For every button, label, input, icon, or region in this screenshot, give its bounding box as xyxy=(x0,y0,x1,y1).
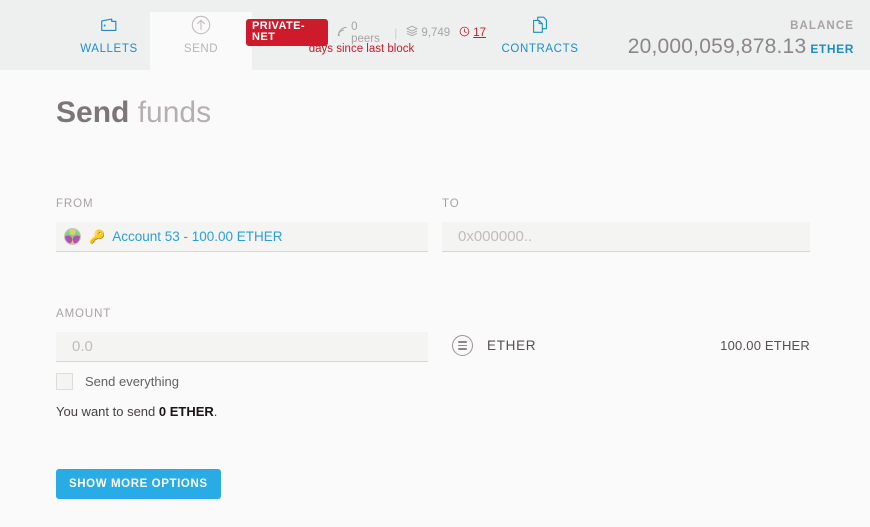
block-icon xyxy=(406,25,419,40)
send-everything-checkbox[interactable] xyxy=(56,373,73,390)
to-label: TO xyxy=(442,198,460,210)
balance-value: 20,000,059,878.13 xyxy=(627,35,807,58)
balance-value-row: 20,000,059,878.13 ETHER xyxy=(628,35,854,59)
tab-contracts[interactable]: CONTRACTS xyxy=(489,12,591,70)
token-balance-row: ETHER 100.00 ETHER xyxy=(452,335,810,356)
peers-count: 0 peers xyxy=(351,20,380,45)
main-navigation: WALLETS SEND PRIVATE-NET 0 peers | 9,749… xyxy=(0,0,870,70)
last-block-time-value: 17 xyxy=(473,26,486,39)
tab-contracts-label: CONTRACTS xyxy=(501,43,579,55)
block-number: 9,749 xyxy=(421,26,451,39)
from-label: FROM xyxy=(56,198,94,210)
signal-icon xyxy=(337,26,348,40)
key-icon: 🔑 xyxy=(89,229,106,244)
page-content: Send funds FROM 🔑 Account 53 - 100.00 ET… xyxy=(0,70,870,527)
amount-field-group: AMOUNT 0.0 Send everything You want to s… xyxy=(56,308,428,419)
tab-send-label: SEND xyxy=(183,43,219,55)
page-title-bold: Send xyxy=(56,96,130,129)
network-status: PRIVATE-NET 0 peers | 9,749 17 days sinc… xyxy=(246,19,486,55)
balance-unit: ETHER xyxy=(810,42,854,56)
tab-wallets[interactable]: WALLETS xyxy=(58,12,160,70)
amount-input[interactable]: 0.0 xyxy=(56,332,428,362)
documents-icon xyxy=(529,12,551,38)
clock-icon xyxy=(459,26,470,40)
send-summary-note: You want to send 0 ETHER. xyxy=(56,404,428,419)
tab-send[interactable]: SEND xyxy=(150,12,252,70)
send-arrow-icon xyxy=(190,12,212,38)
from-field-group: FROM 🔑 Account 53 - 100.00 ETHER xyxy=(56,198,428,252)
ether-row: ETHER 100.00 ETHER xyxy=(452,335,810,356)
balance-display: BALANCE 20,000,059,878.13 ETHER xyxy=(628,20,854,59)
network-status-row: PRIVATE-NET 0 peers | 9,749 17 xyxy=(246,19,486,46)
to-address-placeholder: 0x000000.. xyxy=(458,228,533,245)
status-separator: | xyxy=(394,25,398,40)
to-field-group: TO 0x000000.. xyxy=(442,198,810,252)
send-everything-label: Send everything xyxy=(85,374,179,389)
amount-label: AMOUNT xyxy=(56,308,112,320)
page-title: Send funds xyxy=(56,96,211,130)
tab-wallets-label: WALLETS xyxy=(80,43,138,55)
amount-placeholder: 0.0 xyxy=(72,338,93,355)
show-more-options-button[interactable]: SHOW MORE OPTIONS xyxy=(56,469,221,499)
status-badge: PRIVATE-NET xyxy=(246,19,329,46)
page-title-light: funds xyxy=(129,96,212,129)
identicon xyxy=(64,228,81,245)
send-summary-prefix: You want to send xyxy=(56,404,159,419)
ether-token-icon xyxy=(452,335,473,356)
send-everything-row[interactable]: Send everything xyxy=(56,373,428,390)
token-amount: 100.00 ETHER xyxy=(720,338,810,353)
from-account-select[interactable]: 🔑 Account 53 - 100.00 ETHER xyxy=(56,222,428,252)
last-block-time-stat[interactable]: 17 xyxy=(459,26,486,40)
to-address-input[interactable]: 0x000000.. xyxy=(442,222,810,252)
wallet-icon xyxy=(99,12,119,38)
token-name: ETHER xyxy=(487,338,537,353)
peers-stat: 0 peers xyxy=(337,21,385,45)
send-summary-amount: 0 ETHER xyxy=(158,404,214,419)
app-header: WALLETS SEND PRIVATE-NET 0 peers | 9,749… xyxy=(0,0,870,70)
from-account-text: Account 53 - 100.00 ETHER xyxy=(112,229,283,244)
send-summary-suffix: . xyxy=(213,404,218,419)
balance-label: BALANCE xyxy=(790,20,854,32)
block-stat: 9,749 xyxy=(406,25,450,40)
